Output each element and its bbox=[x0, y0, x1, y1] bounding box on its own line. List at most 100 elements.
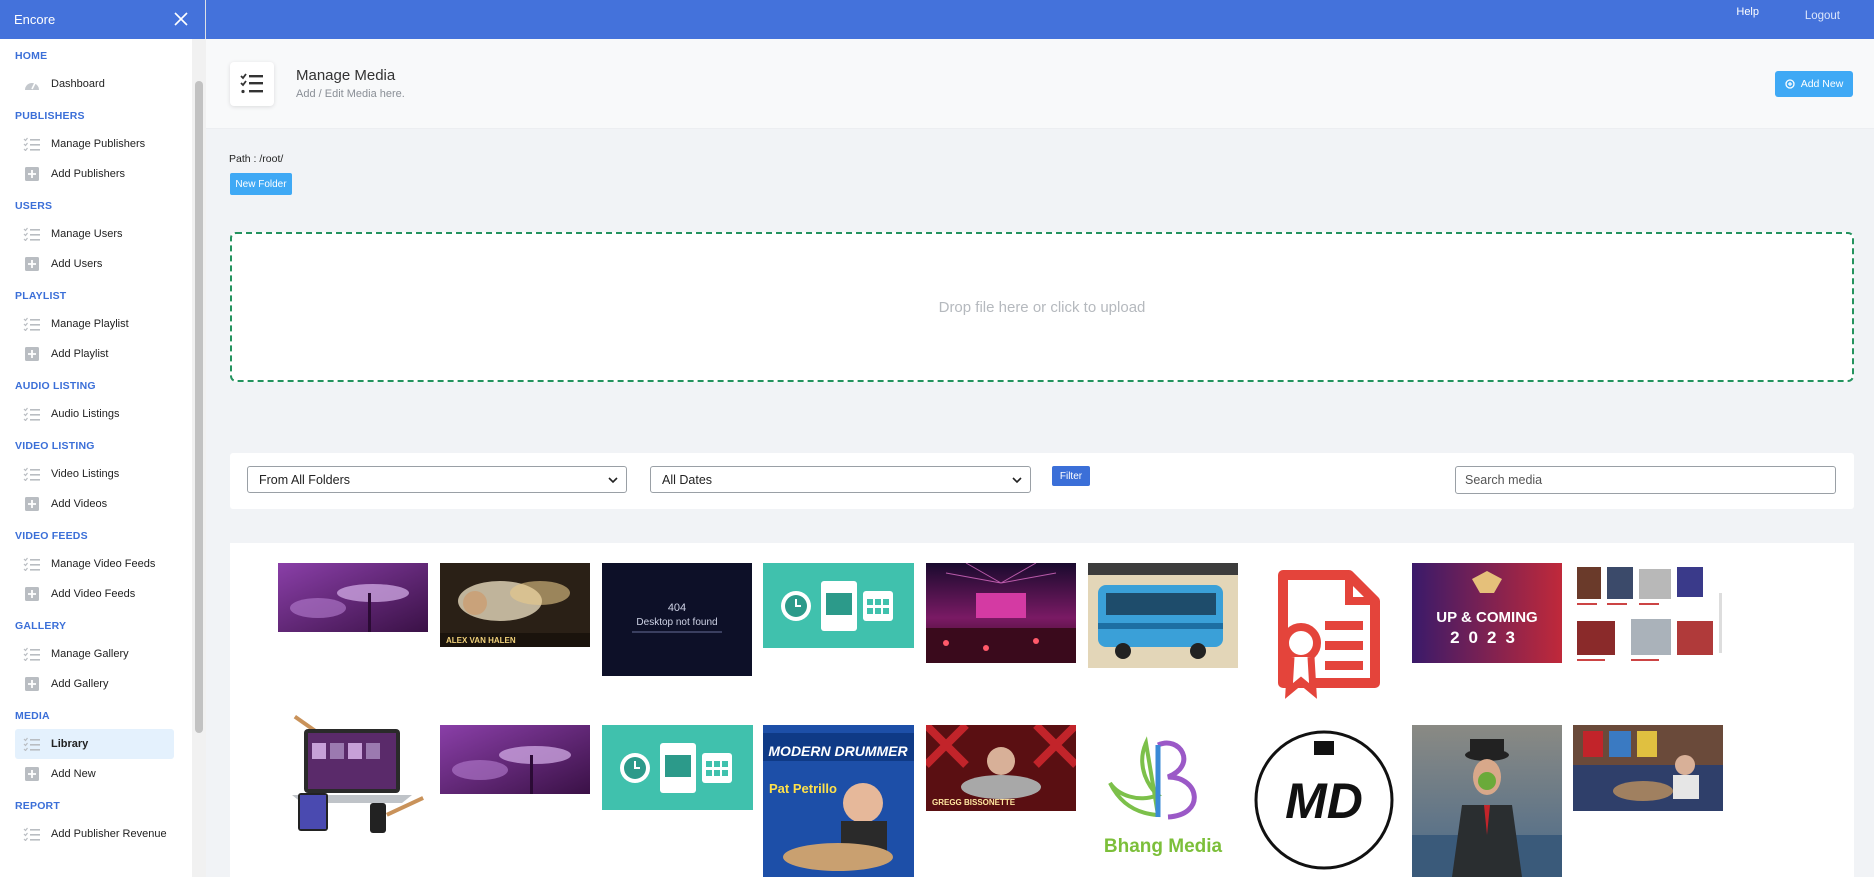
alex-van-halen-text: ALEX VAN HALEN bbox=[446, 636, 516, 645]
sidebar-section-report: REPORT bbox=[15, 800, 60, 812]
media-thumb-drums-purple-2[interactable] bbox=[440, 725, 590, 794]
dropzone-text: Drop file here or click to upload bbox=[938, 298, 1146, 316]
list-icon bbox=[23, 137, 41, 151]
date-select-value: All Dates bbox=[662, 472, 713, 487]
list-icon bbox=[23, 827, 41, 841]
list-icon bbox=[23, 407, 41, 421]
media-thumb-placeholder-teal[interactable] bbox=[763, 563, 914, 648]
media-thumb-drums-purple[interactable] bbox=[278, 563, 428, 632]
media-thumb-blue-bus[interactable] bbox=[1088, 563, 1238, 668]
sidebar-item-label: Manage Playlist bbox=[51, 318, 129, 330]
sidebar-item-manage-users[interactable]: Manage Users bbox=[15, 219, 174, 249]
sidebar-scrollbar[interactable] bbox=[195, 81, 203, 733]
media-thumb-bhang-media-logo[interactable]: Bhang Media bbox=[1088, 725, 1238, 865]
sidebar-section-video-listing: VIDEO LISTING bbox=[15, 440, 95, 452]
filter-bar: From All Folders All Dates Filter bbox=[230, 453, 1854, 509]
checklist-icon bbox=[230, 62, 274, 106]
media-grid: ALEX VAN HALEN 404 Desktop not found UP … bbox=[230, 543, 1854, 877]
sidebar-item-label: Add Publisher Revenue bbox=[51, 828, 167, 840]
media-thumb-placeholder-teal-2[interactable] bbox=[602, 725, 753, 810]
current-path: Path : /root/ bbox=[229, 153, 284, 165]
brand-bar: Encore bbox=[0, 0, 205, 39]
sidebar-item-add-playlist[interactable]: Add Playlist bbox=[15, 339, 174, 369]
media-thumb-desktop-404[interactable]: 404 Desktop not found bbox=[602, 563, 752, 676]
sidebar-item-manage-video-feeds[interactable]: Manage Video Feeds bbox=[15, 549, 174, 579]
close-icon[interactable] bbox=[173, 8, 189, 32]
media-thumb-drummers-collage[interactable] bbox=[1573, 563, 1723, 673]
sidebar-item-manage-playlist[interactable]: Manage Playlist bbox=[15, 309, 174, 339]
media-thumb-alex-van-halen[interactable]: ALEX VAN HALEN bbox=[440, 563, 590, 647]
media-thumb-modern-drummer-cover[interactable]: MODERN DRUMMER Pat Petrillo bbox=[763, 725, 914, 877]
add-new-button[interactable]: Add New bbox=[1775, 71, 1853, 97]
sidebar-item-label: Manage Publishers bbox=[51, 138, 146, 150]
desktop-404-subtitle: Desktop not found bbox=[636, 617, 717, 628]
plus-square-icon bbox=[23, 257, 41, 271]
sidebar-item-label: Add Publishers bbox=[51, 168, 125, 180]
sidebar-item-library[interactable]: Library bbox=[15, 729, 174, 759]
gregg-bissonette-text: GREGG BISSONETTE bbox=[932, 798, 1016, 807]
sidebar-nav: HOME Dashboard PUBLISHERS Manage Publishers… bbox=[0, 39, 206, 877]
media-thumb-up-and-coming[interactable]: UP & COMING 2023 bbox=[1412, 563, 1562, 663]
search-media-input[interactable] bbox=[1455, 466, 1836, 494]
sidebar-section-media: MEDIA bbox=[15, 710, 50, 722]
plus-square-icon bbox=[23, 167, 41, 181]
sidebar-section-audio-listing: AUDIO LISTING bbox=[15, 380, 96, 392]
sidebar-item-label: Add Video Feeds bbox=[51, 588, 136, 600]
sidebar-item-label: Library bbox=[51, 738, 89, 750]
up-and-coming-text: UP & COMING bbox=[1436, 609, 1537, 626]
media-thumb-md-drumhead-logo[interactable]: MD bbox=[1249, 725, 1399, 875]
sidebar-section-publishers: PUBLISHERS bbox=[15, 110, 85, 122]
list-icon bbox=[23, 647, 41, 661]
filter-button[interactable]: Filter bbox=[1052, 466, 1090, 486]
list-icon bbox=[23, 737, 41, 751]
media-thumb-concert-stage[interactable] bbox=[926, 563, 1076, 663]
brand-name[interactable]: Encore bbox=[14, 12, 55, 27]
sidebar-item-manage-publishers[interactable]: Manage Publishers bbox=[15, 129, 174, 159]
help-link[interactable]: Help bbox=[1736, 6, 1759, 18]
sidebar-section-playlist: PLAYLIST bbox=[15, 290, 67, 302]
sidebar-item-add-publishers[interactable]: Add Publishers bbox=[15, 159, 174, 189]
sidebar-item-manage-gallery[interactable]: Manage Gallery bbox=[15, 639, 174, 669]
sidebar-item-label: Add Videos bbox=[51, 498, 108, 510]
sidebar-item-add-gallery[interactable]: Add Gallery bbox=[15, 669, 174, 699]
sidebar-item-add-users[interactable]: Add Users bbox=[15, 249, 174, 279]
sidebar-item-label: Dashboard bbox=[51, 78, 105, 90]
sidebar-item-add-new[interactable]: Add New bbox=[15, 759, 174, 789]
new-folder-button[interactable]: New Folder bbox=[230, 173, 292, 195]
sidebar-item-label: Add Playlist bbox=[51, 348, 109, 360]
date-select[interactable]: All Dates bbox=[650, 466, 1031, 493]
media-thumb-drummer-in-studio[interactable] bbox=[1573, 725, 1723, 811]
media-thumb-son-of-man-painting[interactable] bbox=[1412, 725, 1562, 877]
sidebar-item-label: Manage Users bbox=[51, 228, 123, 240]
sidebar-item-label: Manage Gallery bbox=[51, 648, 129, 660]
sidebar-section-users: USERS bbox=[15, 200, 53, 212]
sidebar-item-add-video-feeds[interactable]: Add Video Feeds bbox=[15, 579, 174, 609]
list-icon bbox=[23, 557, 41, 571]
pat-petrillo-text: Pat Petrillo bbox=[769, 781, 837, 796]
sidebar-item-label: Audio Listings bbox=[51, 408, 120, 420]
media-thumb-gregg-bissonette[interactable]: GREGG BISSONETTE bbox=[926, 725, 1076, 811]
sidebar-item-label: Video Listings bbox=[51, 468, 120, 480]
sidebar-item-label: Manage Video Feeds bbox=[51, 558, 156, 570]
up-and-coming-year: 2023 bbox=[1450, 628, 1524, 647]
sidebar-item-dashboard[interactable]: Dashboard bbox=[15, 69, 174, 99]
sidebar-item-label: Add Gallery bbox=[51, 678, 109, 690]
media-thumb-laptop-drumsticks[interactable] bbox=[278, 703, 428, 843]
folder-select[interactable]: From All Folders bbox=[247, 466, 627, 493]
plus-square-icon bbox=[23, 677, 41, 691]
topbar: Help Logout bbox=[206, 0, 1874, 39]
upload-dropzone[interactable]: Drop file here or click to upload bbox=[230, 232, 1854, 382]
bhang-media-text: Bhang Media bbox=[1104, 836, 1223, 857]
chevron-down-icon bbox=[608, 477, 618, 484]
list-icon bbox=[23, 467, 41, 481]
sidebar: Encore HOME Dashboard PUBLISHERS Manage Pub… bbox=[0, 0, 206, 877]
folder-select-value: From All Folders bbox=[259, 472, 350, 487]
media-thumb-certificate-icon[interactable] bbox=[1249, 563, 1401, 703]
sidebar-item-add-videos[interactable]: Add Videos bbox=[15, 489, 174, 519]
sidebar-item-add-publisher-revenue[interactable]: Add Publisher Revenue bbox=[15, 819, 174, 849]
sidebar-item-audio-listings[interactable]: Audio Listings bbox=[15, 399, 174, 429]
plus-square-icon bbox=[23, 587, 41, 601]
md-logo-text: MD bbox=[1285, 773, 1363, 829]
sidebar-item-video-listings[interactable]: Video Listings bbox=[15, 459, 174, 489]
logout-link[interactable]: Logout bbox=[1805, 10, 1840, 22]
